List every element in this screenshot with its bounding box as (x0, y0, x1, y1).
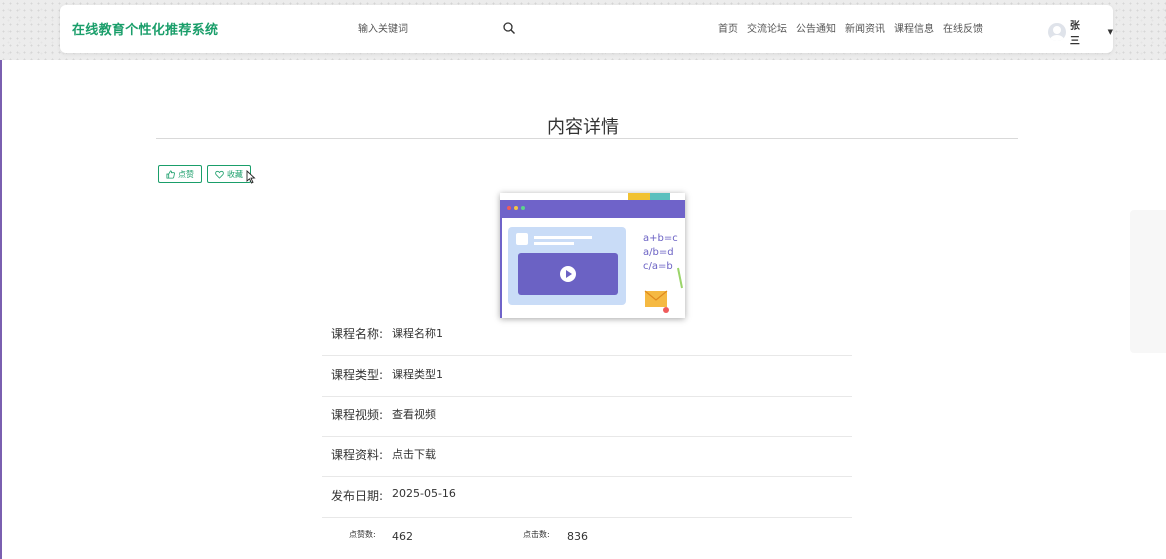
detail-row-course-name: 课程名称: 课程名称1 (322, 316, 852, 356)
publish-date-value: 2025-05-16 (392, 487, 456, 500)
nav-item-courses[interactable]: 课程信息 (894, 20, 934, 35)
view-video-link[interactable]: 查看视频 (392, 406, 436, 422)
nav-item-home[interactable]: 首页 (718, 20, 738, 35)
detail-label: 课程类型: (331, 368, 384, 382)
top-navbar: 在线教育个性化推荐系统 首页 交流论坛 公告通知 新闻资讯 课程信息 在线反馈 … (60, 5, 1113, 53)
user-menu[interactable]: 张三 ▼ (1048, 17, 1113, 47)
title-divider (156, 138, 1018, 139)
formula-line-2: a/b=d (643, 247, 674, 258)
site-title[interactable]: 在线教育个性化推荐系统 (72, 19, 218, 38)
formula-line-1: a+b=c (643, 233, 678, 244)
like-count-value: 462 (392, 530, 413, 543)
avatar[interactable] (1048, 23, 1066, 41)
user-name[interactable]: 张三 (1070, 17, 1090, 47)
stats-row: 点赞数: 462 点击数: 836 (322, 522, 852, 552)
mouse-cursor-icon (246, 170, 256, 184)
search-box (350, 17, 522, 41)
favorite-button[interactable]: 收藏 (207, 165, 251, 183)
nav-item-news[interactable]: 新闻资讯 (845, 20, 885, 35)
course-illustration: a+b=c a/b=d c/a=b (500, 193, 685, 318)
course-cover-image: a+b=c a/b=d c/a=b (500, 193, 685, 318)
detail-label: 课程资料: (331, 448, 384, 462)
like-count-label: 点赞数: (349, 530, 376, 539)
nav-menu: 首页 交流论坛 公告通知 新闻资讯 课程信息 在线反馈 (718, 20, 983, 35)
nav-item-forum[interactable]: 交流论坛 (747, 20, 787, 35)
like-button[interactable]: 点赞 (158, 165, 202, 183)
download-link[interactable]: 点击下载 (392, 446, 436, 462)
favorite-button-label: 收藏 (227, 169, 243, 179)
course-type-value: 课程类型1 (392, 368, 443, 381)
formula-line-3: c/a=b (643, 261, 673, 272)
click-count-label: 点击数: (523, 530, 550, 539)
nav-item-notice[interactable]: 公告通知 (796, 20, 836, 35)
nav-item-feedback[interactable]: 在线反馈 (943, 20, 983, 35)
detail-row-course-material: 课程资料: 点击下载 (322, 437, 852, 477)
heart-icon (215, 170, 224, 179)
course-name-value: 课程名称1 (392, 327, 443, 340)
click-count-value: 836 (567, 530, 588, 543)
search-icon[interactable] (502, 21, 516, 35)
search-input[interactable] (350, 18, 500, 41)
detail-label: 发布日期: (331, 489, 384, 503)
detail-row-course-video: 课程视频: 查看视频 (322, 397, 852, 437)
detail-label: 课程名称: (331, 327, 384, 341)
page-title: 内容详情 (547, 117, 619, 138)
caret-down-icon[interactable]: ▼ (1108, 28, 1113, 36)
left-edge-bar (0, 0, 2, 559)
detail-row-publish-date: 发布日期: 2025-05-16 (322, 478, 852, 518)
like-button-label: 点赞 (178, 169, 194, 179)
thumbs-up-icon (166, 169, 175, 179)
detail-row-course-type: 课程类型: 课程类型1 (322, 357, 852, 397)
detail-label: 课程视频: (331, 408, 384, 422)
side-floating-tab (1130, 210, 1166, 353)
